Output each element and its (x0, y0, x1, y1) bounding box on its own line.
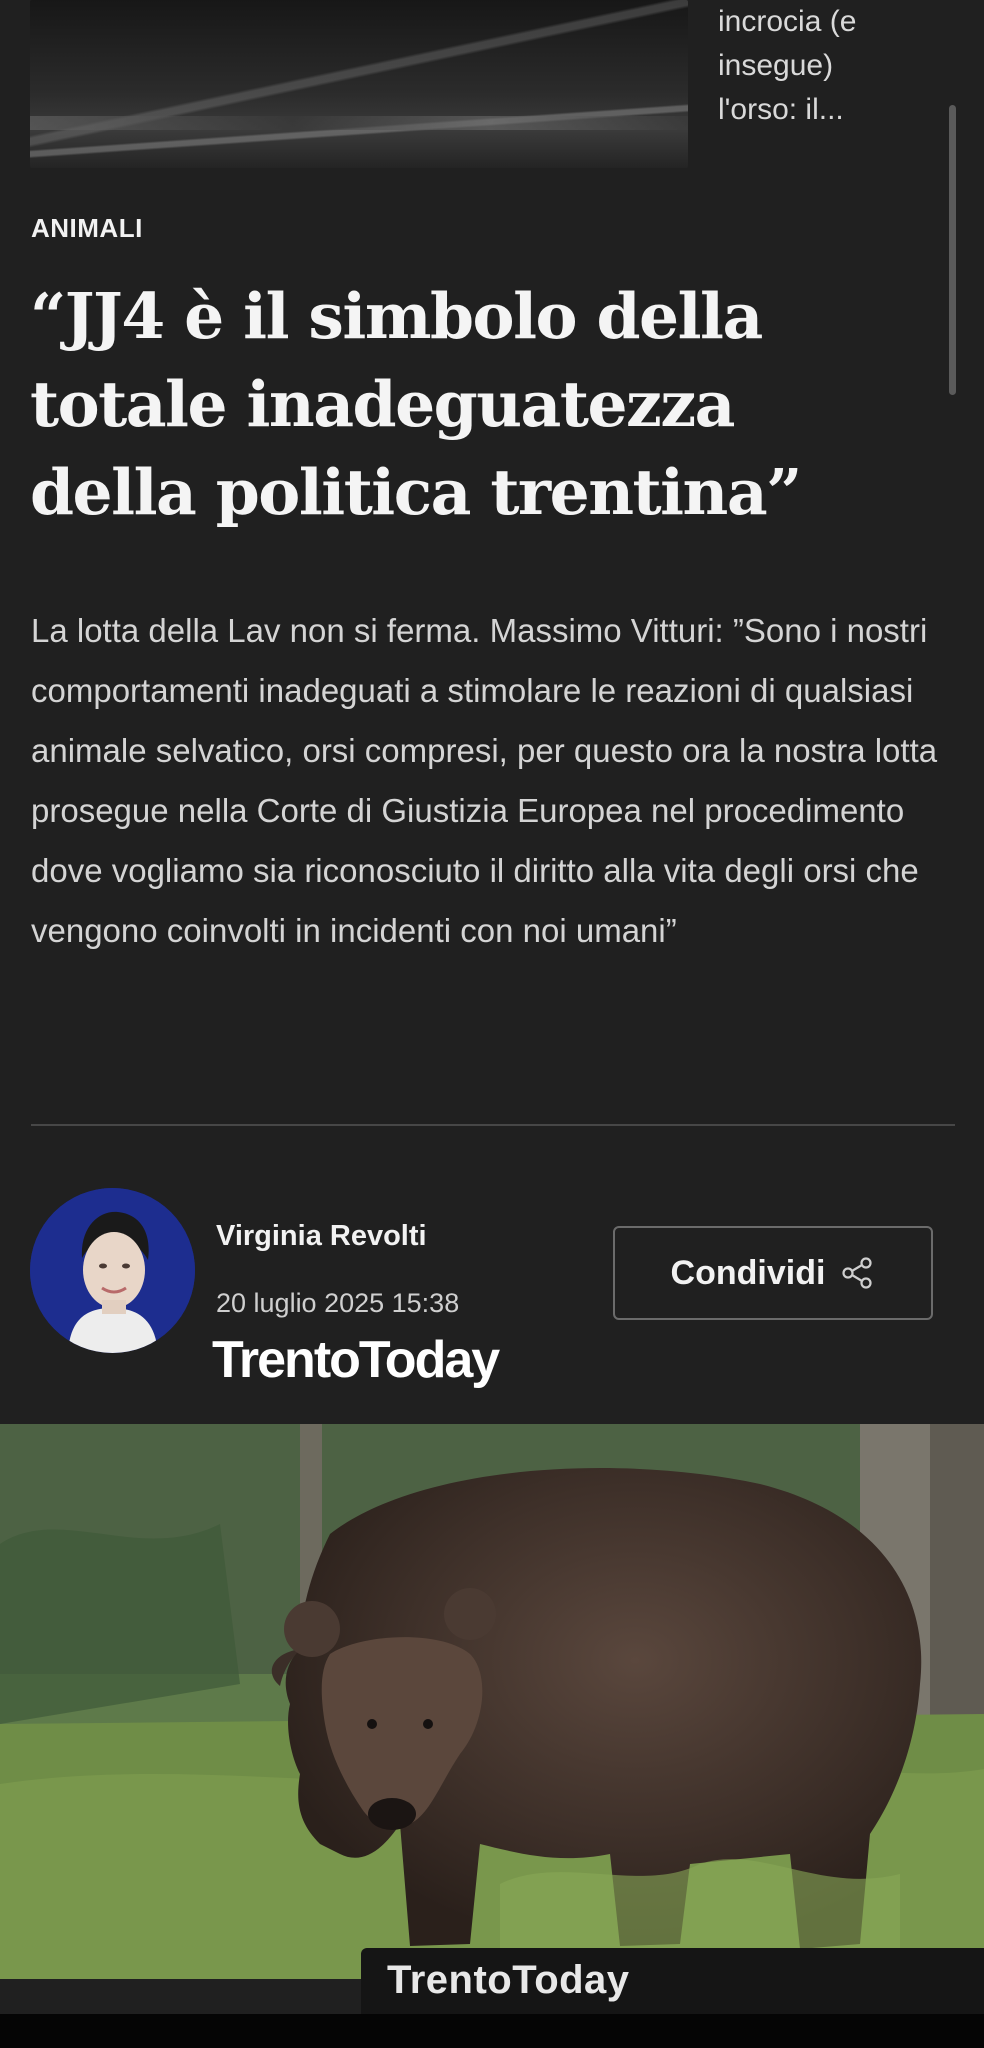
related-snippet-line: insegue) (718, 49, 834, 82)
bear-photo-illustration (0, 1424, 984, 1979)
trentotoday-watermark: TrentoToday (212, 1331, 500, 1389)
related-snippet-line: incrocia (e (718, 5, 857, 38)
related-article-snippet[interactable]: incrocia (e insegue) l'orso: il... (718, 0, 918, 132)
headline-line: della politica trentina” (30, 455, 802, 529)
publish-date: 20 luglio 2025 15:38 (216, 1288, 460, 1318)
article-headline: “JJ4 è il simbolo della totale inadeguat… (30, 272, 930, 536)
headline-line: “JJ4 è il simbolo della (30, 279, 763, 353)
share-button-label: Condividi (670, 1253, 826, 1292)
share-icon (842, 1257, 873, 1289)
related-snippet-line: l'orso: il... (718, 93, 844, 126)
share-button[interactable]: Condividi (613, 1226, 933, 1320)
article-category[interactable]: ANIMALI (31, 213, 143, 244)
related-article-thumbnail[interactable] (30, 0, 688, 168)
author-portrait-image (30, 1188, 195, 1353)
article-summary: La lotta della Lav non si ferma. Massimo… (31, 612, 938, 949)
author-name[interactable]: Virginia Revolti (216, 1220, 427, 1253)
scrollbar[interactable] (949, 105, 956, 395)
headline-line: totale inadeguatezza (30, 367, 735, 441)
divider (31, 1124, 955, 1126)
article-photo[interactable] (0, 1424, 984, 1979)
bottom-bar (0, 2014, 984, 2048)
author-avatar[interactable] (30, 1188, 195, 1353)
trentotoday-photo-watermark: TrentoToday (387, 1958, 630, 2002)
